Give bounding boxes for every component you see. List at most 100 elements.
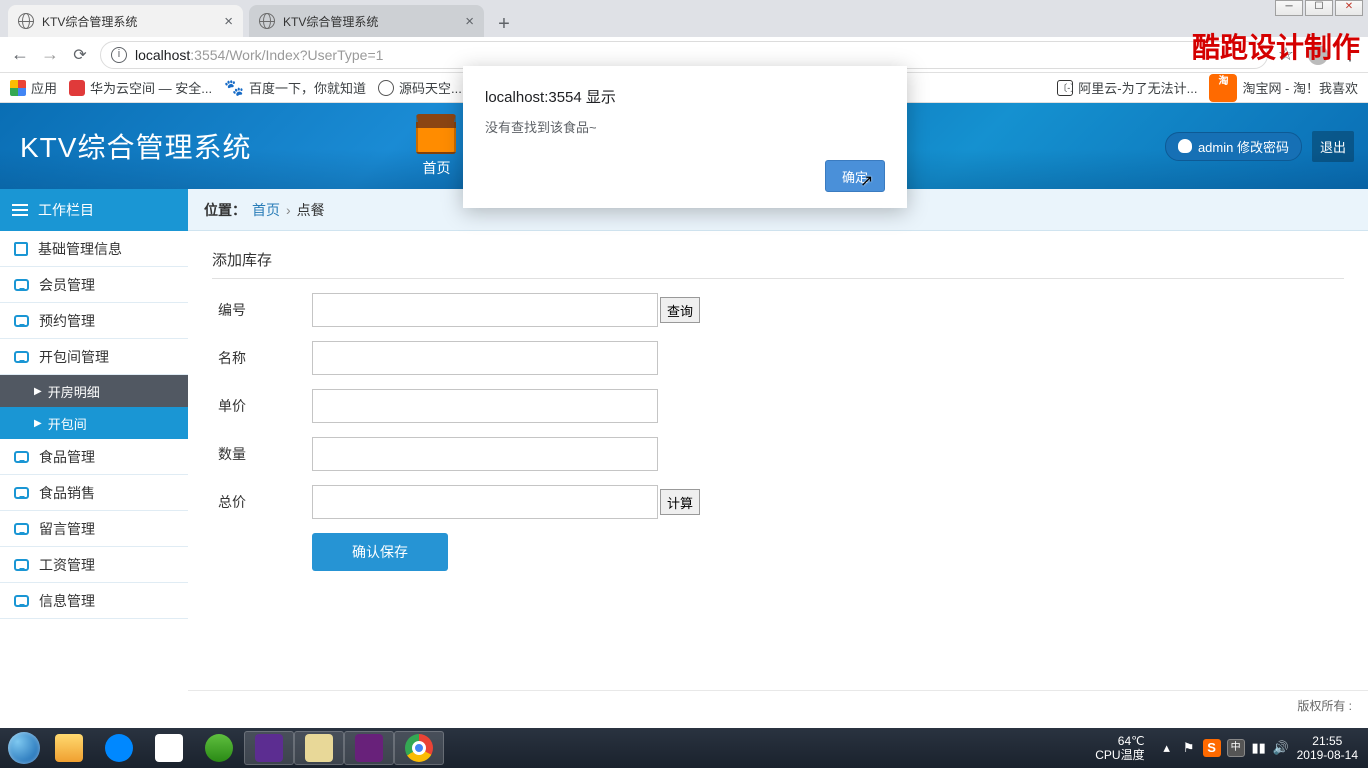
label-qty: 数量: [212, 444, 312, 464]
sidebar-item-salary[interactable]: 工资管理: [0, 547, 188, 583]
window-close-button[interactable]: ✕: [1335, 0, 1363, 16]
tab-close-icon[interactable]: ×: [219, 13, 233, 30]
tab-title: KTV综合管理系统: [42, 13, 219, 30]
menu-icon[interactable]: ⋮: [1342, 45, 1358, 65]
window-controls: ─ ☐ ✕: [1275, 0, 1363, 16]
taskbar-app-explorer[interactable]: [44, 728, 94, 768]
sidebar-header[interactable]: 工作栏目: [0, 189, 188, 231]
taskbar-app-kugou[interactable]: [94, 728, 144, 768]
input-price[interactable]: [312, 389, 658, 423]
chat-icon: [14, 487, 29, 499]
taskbar-app-chrome[interactable]: [394, 731, 444, 765]
bookmark-aliyun[interactable]: 〔-〕阿里云-为了无法计...: [1057, 78, 1197, 97]
chat-icon: [14, 559, 29, 571]
window-minimize-button[interactable]: ─: [1275, 0, 1303, 16]
input-qty[interactable]: [312, 437, 658, 471]
label-name: 名称: [212, 348, 312, 368]
volume-icon[interactable]: 🔊: [1273, 740, 1289, 756]
network-icon[interactable]: ▮▮: [1251, 740, 1267, 756]
windows-icon: [8, 732, 40, 764]
input-total[interactable]: [312, 485, 658, 519]
breadcrumb-home[interactable]: 首页: [252, 200, 280, 220]
save-button[interactable]: 确认保存: [312, 533, 448, 571]
window-maximize-button[interactable]: ☐: [1305, 0, 1333, 16]
site-info-icon[interactable]: i: [111, 47, 127, 63]
kugou-icon: [105, 734, 133, 762]
query-button[interactable]: 查询: [660, 297, 700, 323]
bookmark-baidu[interactable]: 🐾百度一下，你就知道: [224, 78, 366, 98]
admin-link[interactable]: admin 修改密码: [1165, 132, 1302, 161]
tray-up-icon[interactable]: ▴: [1159, 740, 1175, 756]
huawei-icon: [69, 80, 85, 96]
sidebar-item-member[interactable]: 会员管理: [0, 267, 188, 303]
chat-icon: [14, 595, 29, 607]
browser-tab-active[interactable]: KTV综合管理系统 ×: [8, 5, 243, 37]
sidebar-sub-room-open[interactable]: ▶开包间: [0, 407, 188, 439]
triangle-icon: ▶: [34, 418, 42, 429]
dialog-message: 没有查找到该食品~: [485, 117, 885, 136]
url-host: localhost: [135, 47, 190, 63]
sidebar-item-base[interactable]: 基础管理信息: [0, 231, 188, 267]
input-name[interactable]: [312, 341, 658, 375]
sidebar-item-sale[interactable]: 食品销售: [0, 475, 188, 511]
taskbar-app-vs2[interactable]: [344, 731, 394, 765]
taskbar-app-360[interactable]: [194, 728, 244, 768]
taskbar: 64℃ CPU温度 ▴ ⚑ S 中 ▮▮ 🔊 21:55 2019-08-14: [0, 728, 1368, 768]
bookmark-huawei[interactable]: 华为云空间 — 安全...: [69, 78, 212, 97]
breadcrumb-label: 位置：: [204, 200, 246, 220]
logout-button[interactable]: 退出: [1312, 131, 1354, 162]
sogou-icon[interactable]: S: [1203, 739, 1221, 757]
tool-icon: [305, 734, 333, 762]
input-id[interactable]: [312, 293, 658, 327]
chat-icon: [14, 451, 29, 463]
bookmark-source[interactable]: 源码天空...: [378, 78, 462, 97]
sidebar-item-reserve[interactable]: 预约管理: [0, 303, 188, 339]
browser-icon: [205, 734, 233, 762]
browser-tab-inactive[interactable]: KTV综合管理系统 ×: [249, 5, 484, 37]
bookmark-apps[interactable]: 应用: [10, 78, 57, 97]
bird-icon: [155, 734, 183, 762]
label-price: 单价: [212, 396, 312, 416]
flag-icon[interactable]: ⚑: [1181, 740, 1197, 756]
sidebar-item-room[interactable]: 开包间管理: [0, 339, 188, 375]
globe-icon: [18, 13, 34, 29]
taskbar-app-fetion[interactable]: [144, 728, 194, 768]
taskbar-clock[interactable]: 21:55 2019-08-14: [1297, 734, 1358, 762]
dialog-ok-button[interactable]: 确定: [825, 160, 885, 192]
form-title: 添加库存: [212, 249, 1344, 279]
home-icon: [416, 114, 456, 154]
triangle-icon: ▶: [34, 386, 42, 397]
cpu-temp-widget[interactable]: 64℃ CPU温度: [1095, 734, 1150, 762]
chevron-right-icon: ›: [286, 202, 291, 218]
tab-title: KTV综合管理系统: [283, 13, 460, 30]
url-path: /Work/Index?UserType=1: [225, 47, 383, 63]
start-button[interactable]: [4, 728, 44, 768]
calc-button[interactable]: 计算: [660, 489, 700, 515]
tab-close-icon[interactable]: ×: [460, 13, 474, 30]
url-input[interactable]: i localhost:3554/Work/Index?UserType=1: [100, 41, 1268, 69]
bookmark-taobao[interactable]: 淘淘宝网 - 淘！我喜欢: [1209, 74, 1358, 102]
sidebar: 工作栏目 基础管理信息 会员管理 预约管理 开包间管理 ▶开房明细 ▶开包间 食…: [0, 189, 188, 720]
sidebar-item-food[interactable]: 食品管理: [0, 439, 188, 475]
sidebar-sub-room-detail[interactable]: ▶开房明细: [0, 375, 188, 407]
new-tab-button[interactable]: +: [490, 9, 518, 37]
sidebar-item-message[interactable]: 留言管理: [0, 511, 188, 547]
bookmark-star-icon[interactable]: ☆: [1278, 44, 1294, 65]
square-icon: [14, 242, 28, 256]
system-tray: ▴ ⚑ S 中 ▮▮ 🔊: [1159, 739, 1289, 757]
aliyun-icon: 〔-〕: [1057, 80, 1073, 96]
globe-icon: [378, 80, 394, 96]
chat-icon: [14, 351, 29, 363]
profile-icon[interactable]: [1308, 45, 1328, 65]
vs-icon: [355, 734, 383, 762]
menu-icon: [12, 204, 28, 216]
app-logo: KTV综合管理系统: [0, 126, 271, 166]
vs-icon: [255, 734, 283, 762]
sidebar-item-info[interactable]: 信息管理: [0, 583, 188, 619]
taskbar-app-vs[interactable]: [244, 731, 294, 765]
back-button[interactable]: ←: [10, 44, 30, 65]
reload-button[interactable]: ⟳: [70, 45, 90, 65]
ime-icon[interactable]: 中: [1227, 739, 1245, 757]
taskbar-app-tool[interactable]: [294, 731, 344, 765]
forward-button[interactable]: →: [40, 44, 60, 65]
